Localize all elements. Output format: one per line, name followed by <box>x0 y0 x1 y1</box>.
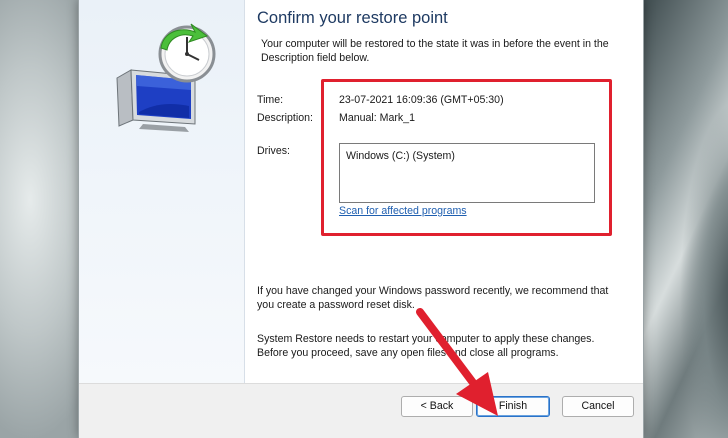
system-restore-icon <box>116 23 216 132</box>
highlight-box <box>321 79 612 236</box>
red-pointer-arrow-icon <box>416 308 498 416</box>
page-title: Confirm your restore point <box>257 9 448 27</box>
drives-label: Drives: <box>257 145 290 157</box>
description-label: Description: <box>257 112 313 124</box>
time-label: Time: <box>257 94 284 106</box>
intro-text: Your computer will be restored to the st… <box>261 38 609 64</box>
side-panel <box>79 0 245 383</box>
desktop-wallpaper-shade <box>680 0 728 438</box>
cancel-button[interactable]: Cancel <box>562 396 634 417</box>
button-bar: < Back Finish Cancel <box>79 383 643 438</box>
